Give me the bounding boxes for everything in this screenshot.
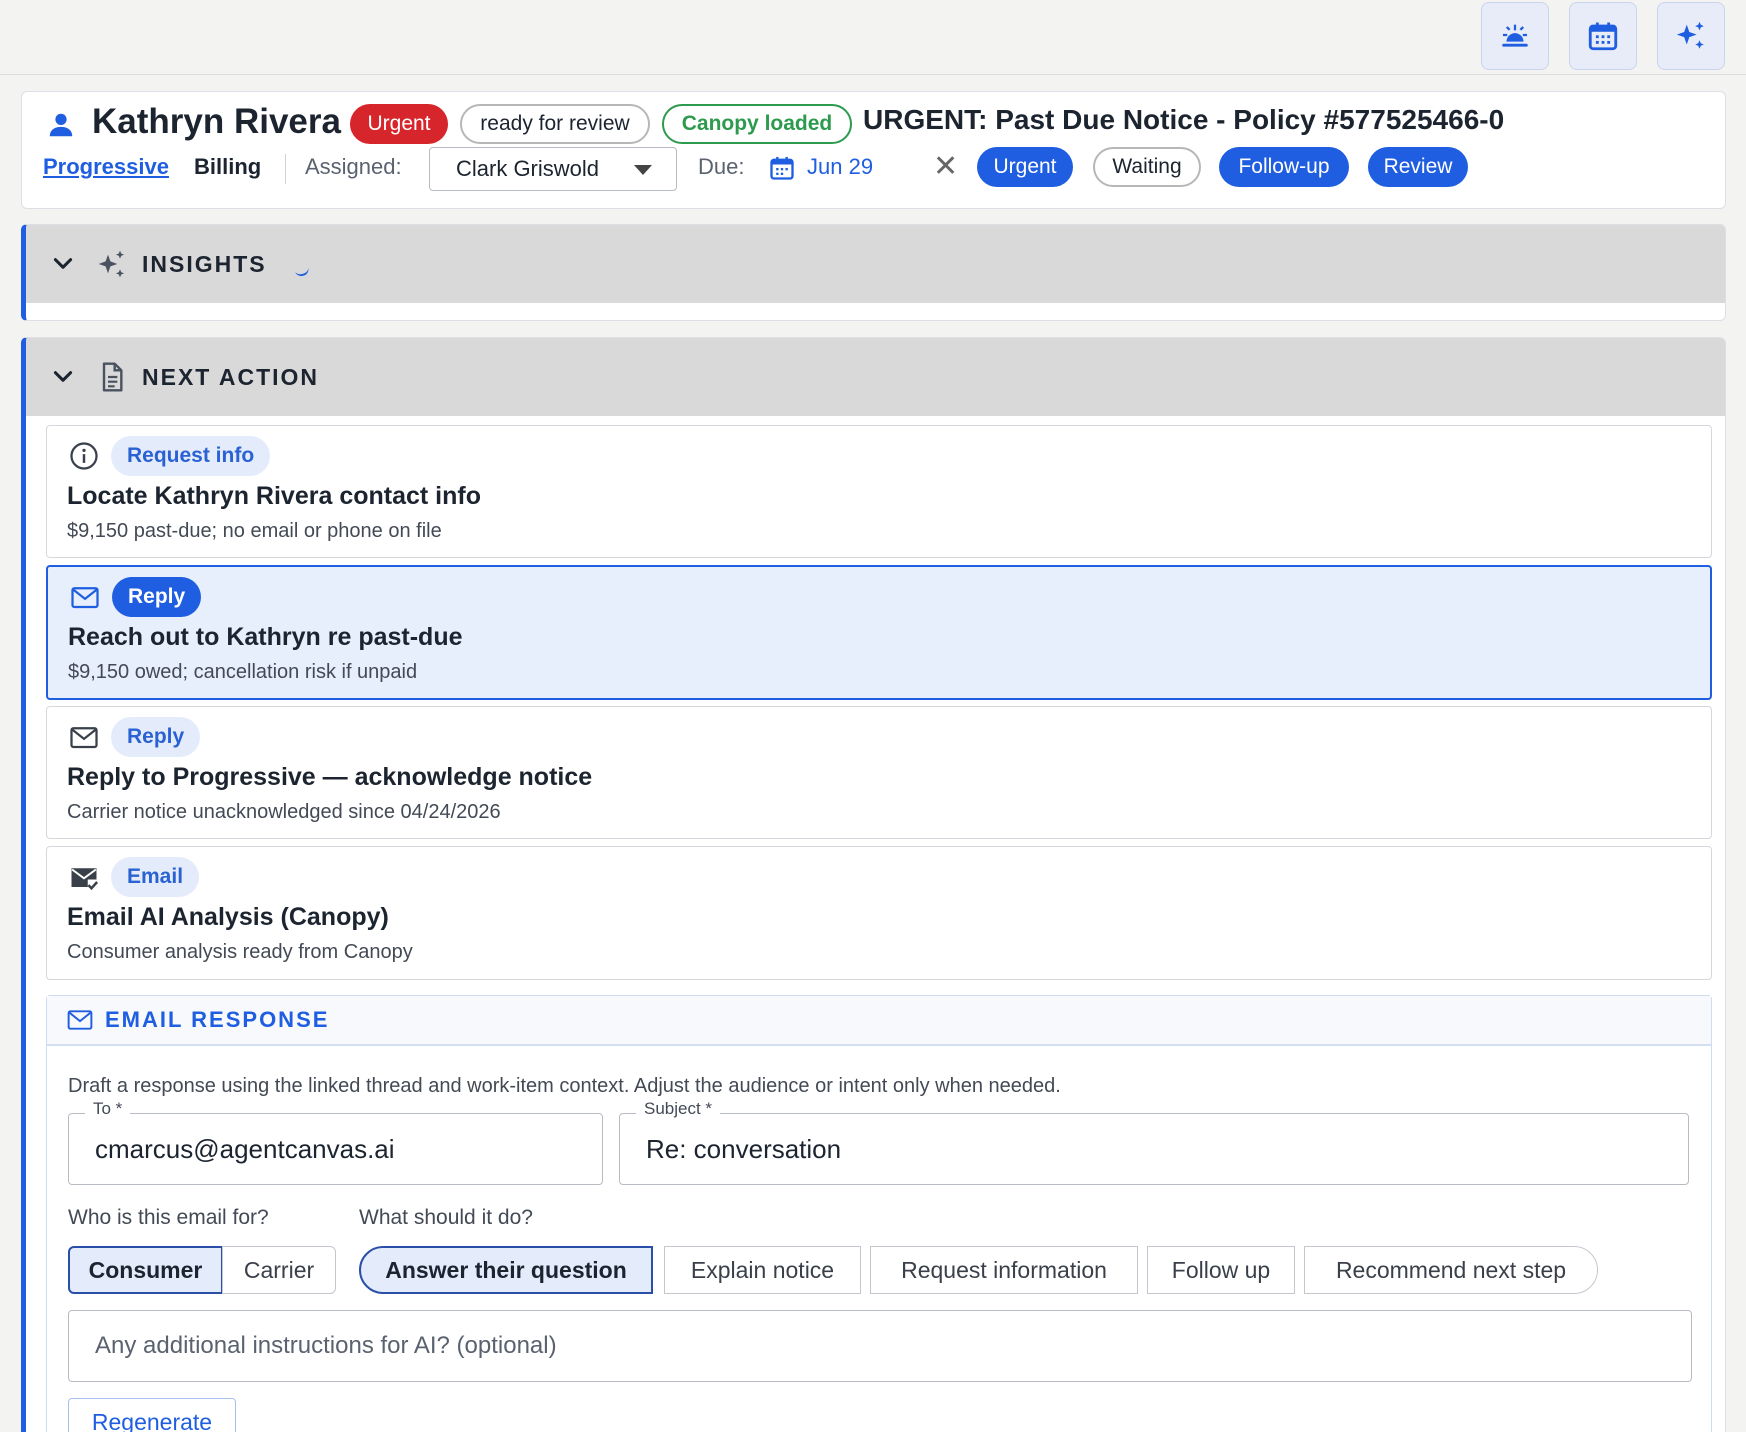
action-type-chip: Request info [111, 436, 271, 476]
subject-value: Re: conversation [646, 1134, 842, 1164]
work-item-header: Kathryn Rivera Urgent ready for review C… [21, 91, 1726, 209]
assignee-select[interactable]: Clark Griswold [429, 147, 677, 191]
intent-explain-notice[interactable]: Explain notice [664, 1246, 861, 1294]
assignee-value: Clark Griswold [456, 156, 600, 181]
calendar-button[interactable] [1569, 2, 1637, 70]
urgent-badge: Urgent [350, 104, 448, 144]
tag-follow-up[interactable]: Follow-up [1219, 147, 1349, 187]
email-response-panel: EMAIL RESPONSE Draft a response using th… [46, 995, 1712, 1432]
intent-follow-up[interactable]: Follow up [1147, 1246, 1295, 1294]
work-item-title: URGENT: Past Due Notice - Policy #577525… [863, 104, 1505, 135]
to-field[interactable]: To * cmarcus@agentcanvas.ai [68, 1099, 603, 1185]
mail-icon [67, 1010, 93, 1030]
chevron-down-icon [634, 165, 652, 175]
intent-answer-question[interactable]: Answer their question [359, 1246, 653, 1294]
next-action-header[interactable]: NEXT ACTION [26, 338, 1725, 416]
action-type-chip: Reply [112, 577, 202, 617]
mail-icon [70, 727, 98, 749]
email-response-description: Draft a response using the linked thread… [68, 1075, 1061, 1097]
action-card-request-info[interactable]: Request info Locate Kathryn Rivera conta… [46, 425, 1712, 558]
audience-label: Who is this email for? [68, 1206, 269, 1229]
insights-header[interactable]: INSIGHTS [26, 225, 1725, 303]
top-toolbar [0, 0, 1746, 75]
action-card-reply-progressive[interactable]: Reply Reply to Progressive — acknowledge… [46, 706, 1712, 839]
department-label: Billing [194, 154, 262, 179]
mail-icon [71, 587, 99, 609]
action-type-chip: Reply [111, 717, 201, 757]
subject-field[interactable]: Subject * Re: conversation [619, 1099, 1689, 1185]
sunrise-icon [1502, 24, 1528, 47]
action-card-email-analysis[interactable]: Email Email AI Analysis (Canopy) Consume… [46, 846, 1712, 980]
document-icon [102, 362, 123, 392]
audience-consumer[interactable]: Consumer [68, 1246, 223, 1294]
canopy-badge: Canopy loaded [662, 104, 852, 144]
additional-instructions-input[interactable]: Any additional instructions for AI? (opt… [68, 1310, 1692, 1382]
due-date-value[interactable]: Jun 29 [807, 154, 873, 180]
sparkles-icon [98, 250, 124, 278]
tag-urgent[interactable]: Urgent [977, 147, 1073, 187]
next-action-title: NEXT ACTION [142, 363, 320, 390]
due-label: Due: [698, 154, 745, 179]
action-title: Reach out to Kathryn re past-due [68, 623, 463, 651]
subject-label: Subject * [636, 1099, 721, 1119]
calendar-icon[interactable] [768, 154, 796, 182]
divider [285, 154, 286, 184]
chevron-down-icon [53, 258, 73, 269]
intent-request-information[interactable]: Request information [870, 1246, 1138, 1294]
loading-spinner-icon [293, 264, 310, 278]
email-response-header: EMAIL RESPONSE [47, 996, 1711, 1046]
intent-label: What should it do? [359, 1206, 533, 1229]
action-title: Reply to Progressive — acknowledge notic… [67, 763, 593, 791]
person-icon [49, 113, 73, 137]
to-value: cmarcus@agentcanvas.ai [95, 1134, 395, 1164]
insights-section: INSIGHTS [21, 224, 1726, 321]
carrier-link[interactable]: Progressive [43, 154, 169, 180]
sparkles-icon [1676, 21, 1704, 49]
regenerate-button[interactable]: Regenerate [68, 1398, 236, 1432]
chevron-down-icon [53, 371, 73, 382]
audience-carrier[interactable]: Carrier [222, 1246, 336, 1294]
action-subtitle: Carrier notice unacknowledged since 04/2… [67, 801, 501, 823]
mail-check-icon [71, 868, 99, 891]
action-subtitle: $9,150 past-due; no email or phone on fi… [67, 520, 442, 542]
tag-waiting[interactable]: Waiting [1093, 147, 1201, 187]
tag-review[interactable]: Review [1368, 147, 1468, 187]
to-label: To * [85, 1099, 131, 1119]
action-card-reply-kathryn[interactable]: Reply Reach out to Kathryn re past-due $… [46, 565, 1712, 700]
assigned-label: Assigned: [305, 154, 402, 179]
calendar-icon [1588, 22, 1618, 51]
action-type-chip: Email [111, 857, 200, 897]
ai-assist-button[interactable] [1657, 2, 1725, 70]
clear-due-date-icon[interactable]: ✕ [933, 149, 958, 184]
action-subtitle: Consumer analysis ready from Canopy [67, 941, 413, 963]
action-subtitle: $9,150 owed; cancellation risk if unpaid [68, 661, 418, 683]
info-icon [70, 442, 98, 470]
intent-recommend-next-step[interactable]: Recommend next step [1304, 1246, 1598, 1294]
action-title: Email AI Analysis (Canopy) [67, 903, 389, 931]
action-title: Locate Kathryn Rivera contact info [67, 482, 481, 510]
contact-name: Kathryn Rivera [92, 102, 341, 141]
status-badge: ready for review [460, 104, 650, 144]
insights-title: INSIGHTS [142, 250, 267, 277]
email-response-title: EMAIL RESPONSE [105, 1007, 330, 1032]
daybreak-button[interactable] [1481, 2, 1549, 70]
next-action-section: NEXT ACTION Request info Locate Kathryn … [21, 337, 1726, 1432]
